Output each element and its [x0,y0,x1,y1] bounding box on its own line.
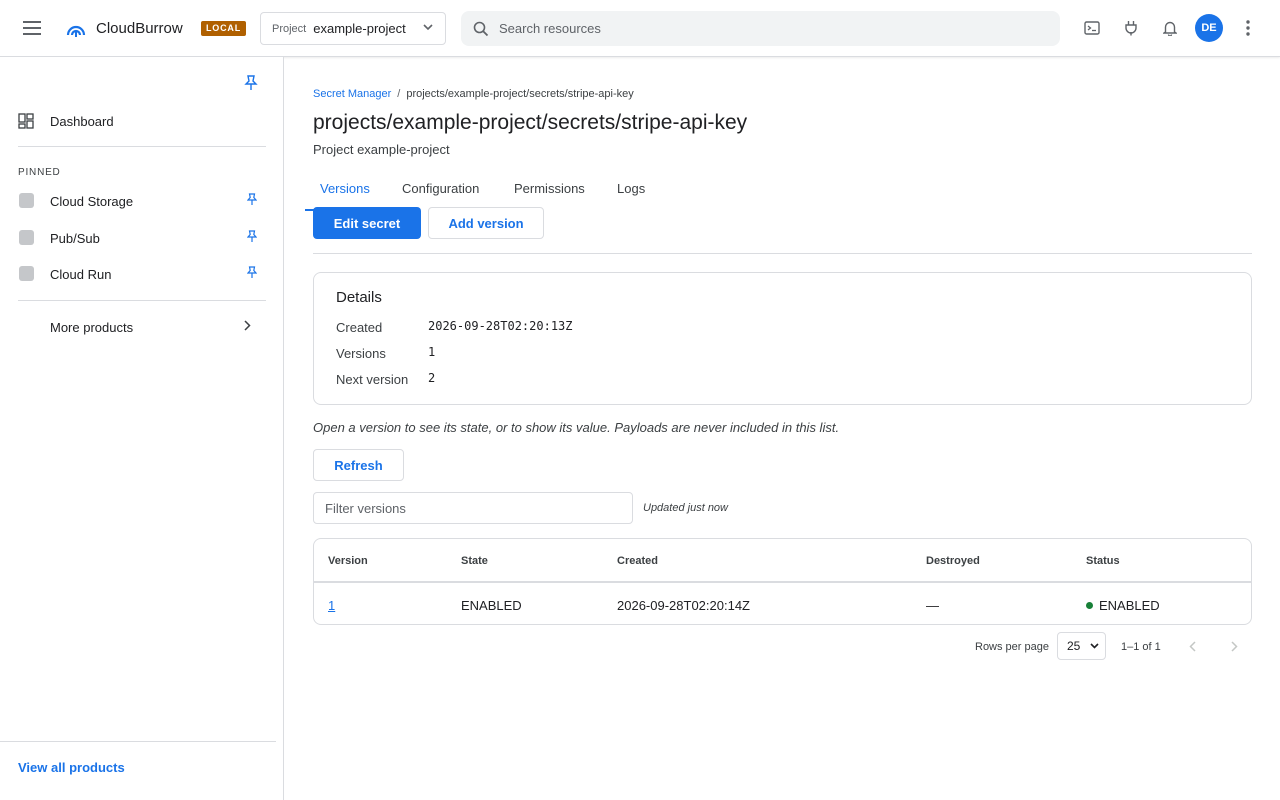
breadcrumb-separator: / [397,88,401,100]
tab-versions[interactable]: Versions [320,181,370,196]
menu-button[interactable] [16,12,48,44]
version-link[interactable]: 1 [328,598,335,613]
sidebar-item-cloud-run[interactable]: Cloud Run [18,262,266,286]
project-picker-label: Project [272,22,307,35]
more-products-label: More products [50,320,134,335]
chevron-right-icon [244,320,251,331]
status-badge: ENABLED [1099,598,1160,613]
pin-icon[interactable] [247,266,257,279]
breadcrumb-secret-manager[interactable]: Secret Manager [313,88,391,100]
local-badge: LOCAL [201,21,246,36]
divider [313,253,1252,254]
pin-icon[interactable] [247,193,257,206]
column-header-version[interactable]: Version [328,555,368,567]
project-picker[interactable]: Project example-project [260,12,446,45]
chevron-down-icon [1090,643,1099,649]
cell-created: 2026-09-28T02:20:14Z [617,598,750,613]
column-header-state[interactable]: State [461,555,488,567]
rows-per-page-value: 25 [1067,639,1081,653]
detail-key-versions: Versions [336,346,386,361]
status-dot-icon [1086,602,1093,609]
cell-status: ENABLED [1086,598,1160,613]
sidebar-item-label: Cloud Run [50,267,112,282]
divider [0,741,276,742]
detail-key-next-version: Next version [336,372,409,387]
previous-page-button[interactable] [1182,636,1202,656]
top-bar: CloudBurrow LOCAL Project example-projec… [0,0,1280,57]
dashboard-icon [18,113,34,129]
next-page-button[interactable] [1224,636,1244,656]
terminal-icon [1084,21,1100,35]
chevron-left-icon [1188,640,1196,652]
add-version-button[interactable]: Add version [428,207,544,239]
pagination-range: 1–1 of 1 [1121,641,1161,653]
more-products-button[interactable]: More products [18,315,266,339]
page-subtitle: Project example-project [313,142,450,157]
cell-state: ENABLED [461,598,522,613]
rows-per-page-label: Rows per page [975,641,1049,653]
terminal-button[interactable] [1081,17,1103,39]
more-vert-icon [1246,20,1250,36]
breadcrumb-current: projects/example-project/secrets/stripe-… [406,88,634,100]
product-icon [19,193,34,208]
pinned-header: PINNED [18,167,61,178]
chevron-down-icon [423,24,433,31]
column-header-status[interactable]: Status [1086,555,1120,567]
cloudburrow-logo-icon [66,25,86,37]
column-header-created[interactable]: Created [617,555,658,567]
sidebar-item-pub-sub[interactable]: Pub/Sub [18,226,266,250]
more-options-button[interactable] [1237,17,1259,39]
product-icon [19,230,34,245]
view-all-products-link[interactable]: View all products [18,760,125,775]
versions-table: Version State Created Destroyed Status 1… [313,538,1252,625]
edit-secret-button[interactable]: Edit secret [313,207,421,239]
sidebar-item-label: Cloud Storage [50,194,134,209]
tab-logs[interactable]: Logs [617,181,645,196]
details-title: Details [336,289,382,306]
bell-icon [1163,21,1177,36]
updated-status: Updated just now [643,502,728,514]
product-icon [19,266,34,281]
refresh-button[interactable]: Refresh [313,449,404,481]
plug-icon [1125,21,1137,36]
breadcrumb: Secret Manager / projects/example-project/… [313,88,634,100]
notifications-button[interactable] [1159,17,1181,39]
tab-permissions[interactable]: Permissions [514,181,585,196]
sidebar-item-cloud-storage[interactable]: Cloud Storage [18,189,266,213]
detail-value-next-version: 2 [428,371,436,385]
rows-per-page-select[interactable]: 25 [1057,632,1106,660]
search-icon [473,21,489,37]
details-card: Details Created 2026-09-28T02:20:13Z Ver… [313,272,1252,405]
detail-value-created: 2026-09-28T02:20:13Z [428,319,573,333]
sidebar-item-label: Dashboard [50,114,114,129]
detail-value-versions: 1 [428,345,436,359]
sidebar: Dashboard PINNED Cloud Storage Pub/Sub C… [0,57,284,800]
tab-configuration[interactable]: Configuration [402,181,479,196]
sidebar-item-label: Pub/Sub [50,231,100,246]
brand-name[interactable]: CloudBurrow [96,20,183,37]
filter-versions-input[interactable] [313,492,633,524]
project-picker-value: example-project [313,21,406,36]
search-input[interactable] [499,11,1039,46]
divider [18,300,266,301]
chevron-right-icon [1230,640,1238,652]
pin-icon[interactable] [247,230,257,243]
column-header-destroyed[interactable]: Destroyed [926,555,980,567]
page-title: projects/example-project/secrets/stripe-… [313,111,748,134]
divider [18,146,266,147]
plug-button[interactable] [1120,17,1142,39]
pin-sidebar-icon[interactable] [244,75,258,91]
cell-destroyed: — [926,598,939,613]
search-bar[interactable] [461,11,1060,46]
sidebar-item-dashboard[interactable]: Dashboard [18,109,268,133]
table-header-divider [314,581,1251,583]
avatar[interactable]: DE [1195,14,1223,42]
main-content: Secret Manager / projects/example-project/… [285,57,1280,800]
detail-key-created: Created [336,320,383,335]
menu-icon [23,21,41,35]
versions-hint: Open a version to see its state, or to s… [313,420,840,435]
